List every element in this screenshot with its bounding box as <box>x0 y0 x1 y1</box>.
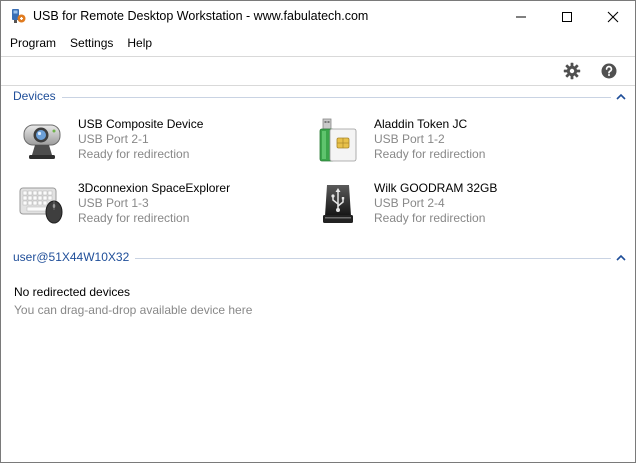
menu-program[interactable]: Program <box>1 32 63 54</box>
menu-settings[interactable]: Settings <box>63 32 120 54</box>
device-name: USB Composite Device <box>78 117 204 131</box>
title-bar[interactable]: USB for Remote Desktop Workstation - www… <box>1 1 635 32</box>
device-status: Ready for redirection <box>78 211 190 225</box>
device-name: Aladdin Token JC <box>374 117 468 131</box>
usb-drive-icon <box>315 181 361 227</box>
device-item[interactable]: 3Dconnexion SpaceExplorer USB Port 1-3 R… <box>19 181 309 235</box>
toolbar-divider <box>1 85 635 86</box>
help-button[interactable] <box>599 61 619 81</box>
webcam-icon <box>19 117 65 163</box>
settings-button[interactable] <box>562 61 582 81</box>
device-port: USB Port 1-2 <box>374 132 445 146</box>
close-button[interactable] <box>590 1 635 32</box>
window-title: USB for Remote Desktop Workstation - www… <box>33 9 369 23</box>
drop-zone-hint[interactable]: You can drag-and-drop available device h… <box>14 303 252 317</box>
no-devices-message: No redirected devices <box>14 285 131 299</box>
help-icon <box>601 63 617 79</box>
devices-section-title: Devices <box>13 89 62 103</box>
device-item[interactable]: Aladdin Token JC USB Port 1-2 Ready for … <box>315 117 605 171</box>
device-port: USB Port 2-4 <box>374 196 445 210</box>
device-status: Ready for redirection <box>374 211 486 225</box>
section-divider-line <box>13 97 611 98</box>
maximize-icon <box>562 11 572 22</box>
app-usb-icon <box>10 8 26 24</box>
device-port: USB Port 2-1 <box>78 132 149 146</box>
minimize-icon <box>516 16 526 17</box>
gear-icon <box>563 62 581 80</box>
maximize-button[interactable] <box>544 1 590 32</box>
minimize-button[interactable] <box>498 1 544 32</box>
devices-collapse-button[interactable] <box>615 91 627 103</box>
close-icon <box>607 11 619 22</box>
devices-section-header: Devices <box>1 88 635 106</box>
remote-section-title: user@51X44W10X32 <box>13 250 136 264</box>
device-item[interactable]: Wilk GOODRAM 32GB USB Port 2-4 Ready for… <box>315 181 605 235</box>
chevron-up-icon <box>616 254 626 261</box>
token-icon <box>315 117 361 163</box>
remote-section-header: user@51X44W10X32 <box>1 249 635 267</box>
device-item[interactable]: USB Composite Device USB Port 2-1 Ready … <box>19 117 309 171</box>
device-port: USB Port 1-3 <box>78 196 149 210</box>
keyboard-mouse-icon <box>19 181 65 227</box>
toolbar <box>1 57 635 85</box>
menu-help[interactable]: Help <box>120 32 159 54</box>
remote-collapse-button[interactable] <box>615 252 627 264</box>
chevron-up-icon <box>616 93 626 100</box>
menu-bar: Program Settings Help <box>1 32 635 54</box>
device-status: Ready for redirection <box>374 147 486 161</box>
device-name: 3Dconnexion SpaceExplorer <box>78 181 231 195</box>
device-name: Wilk GOODRAM 32GB <box>374 181 498 195</box>
app-window: USB for Remote Desktop Workstation - www… <box>0 0 636 463</box>
device-status: Ready for redirection <box>78 147 190 161</box>
